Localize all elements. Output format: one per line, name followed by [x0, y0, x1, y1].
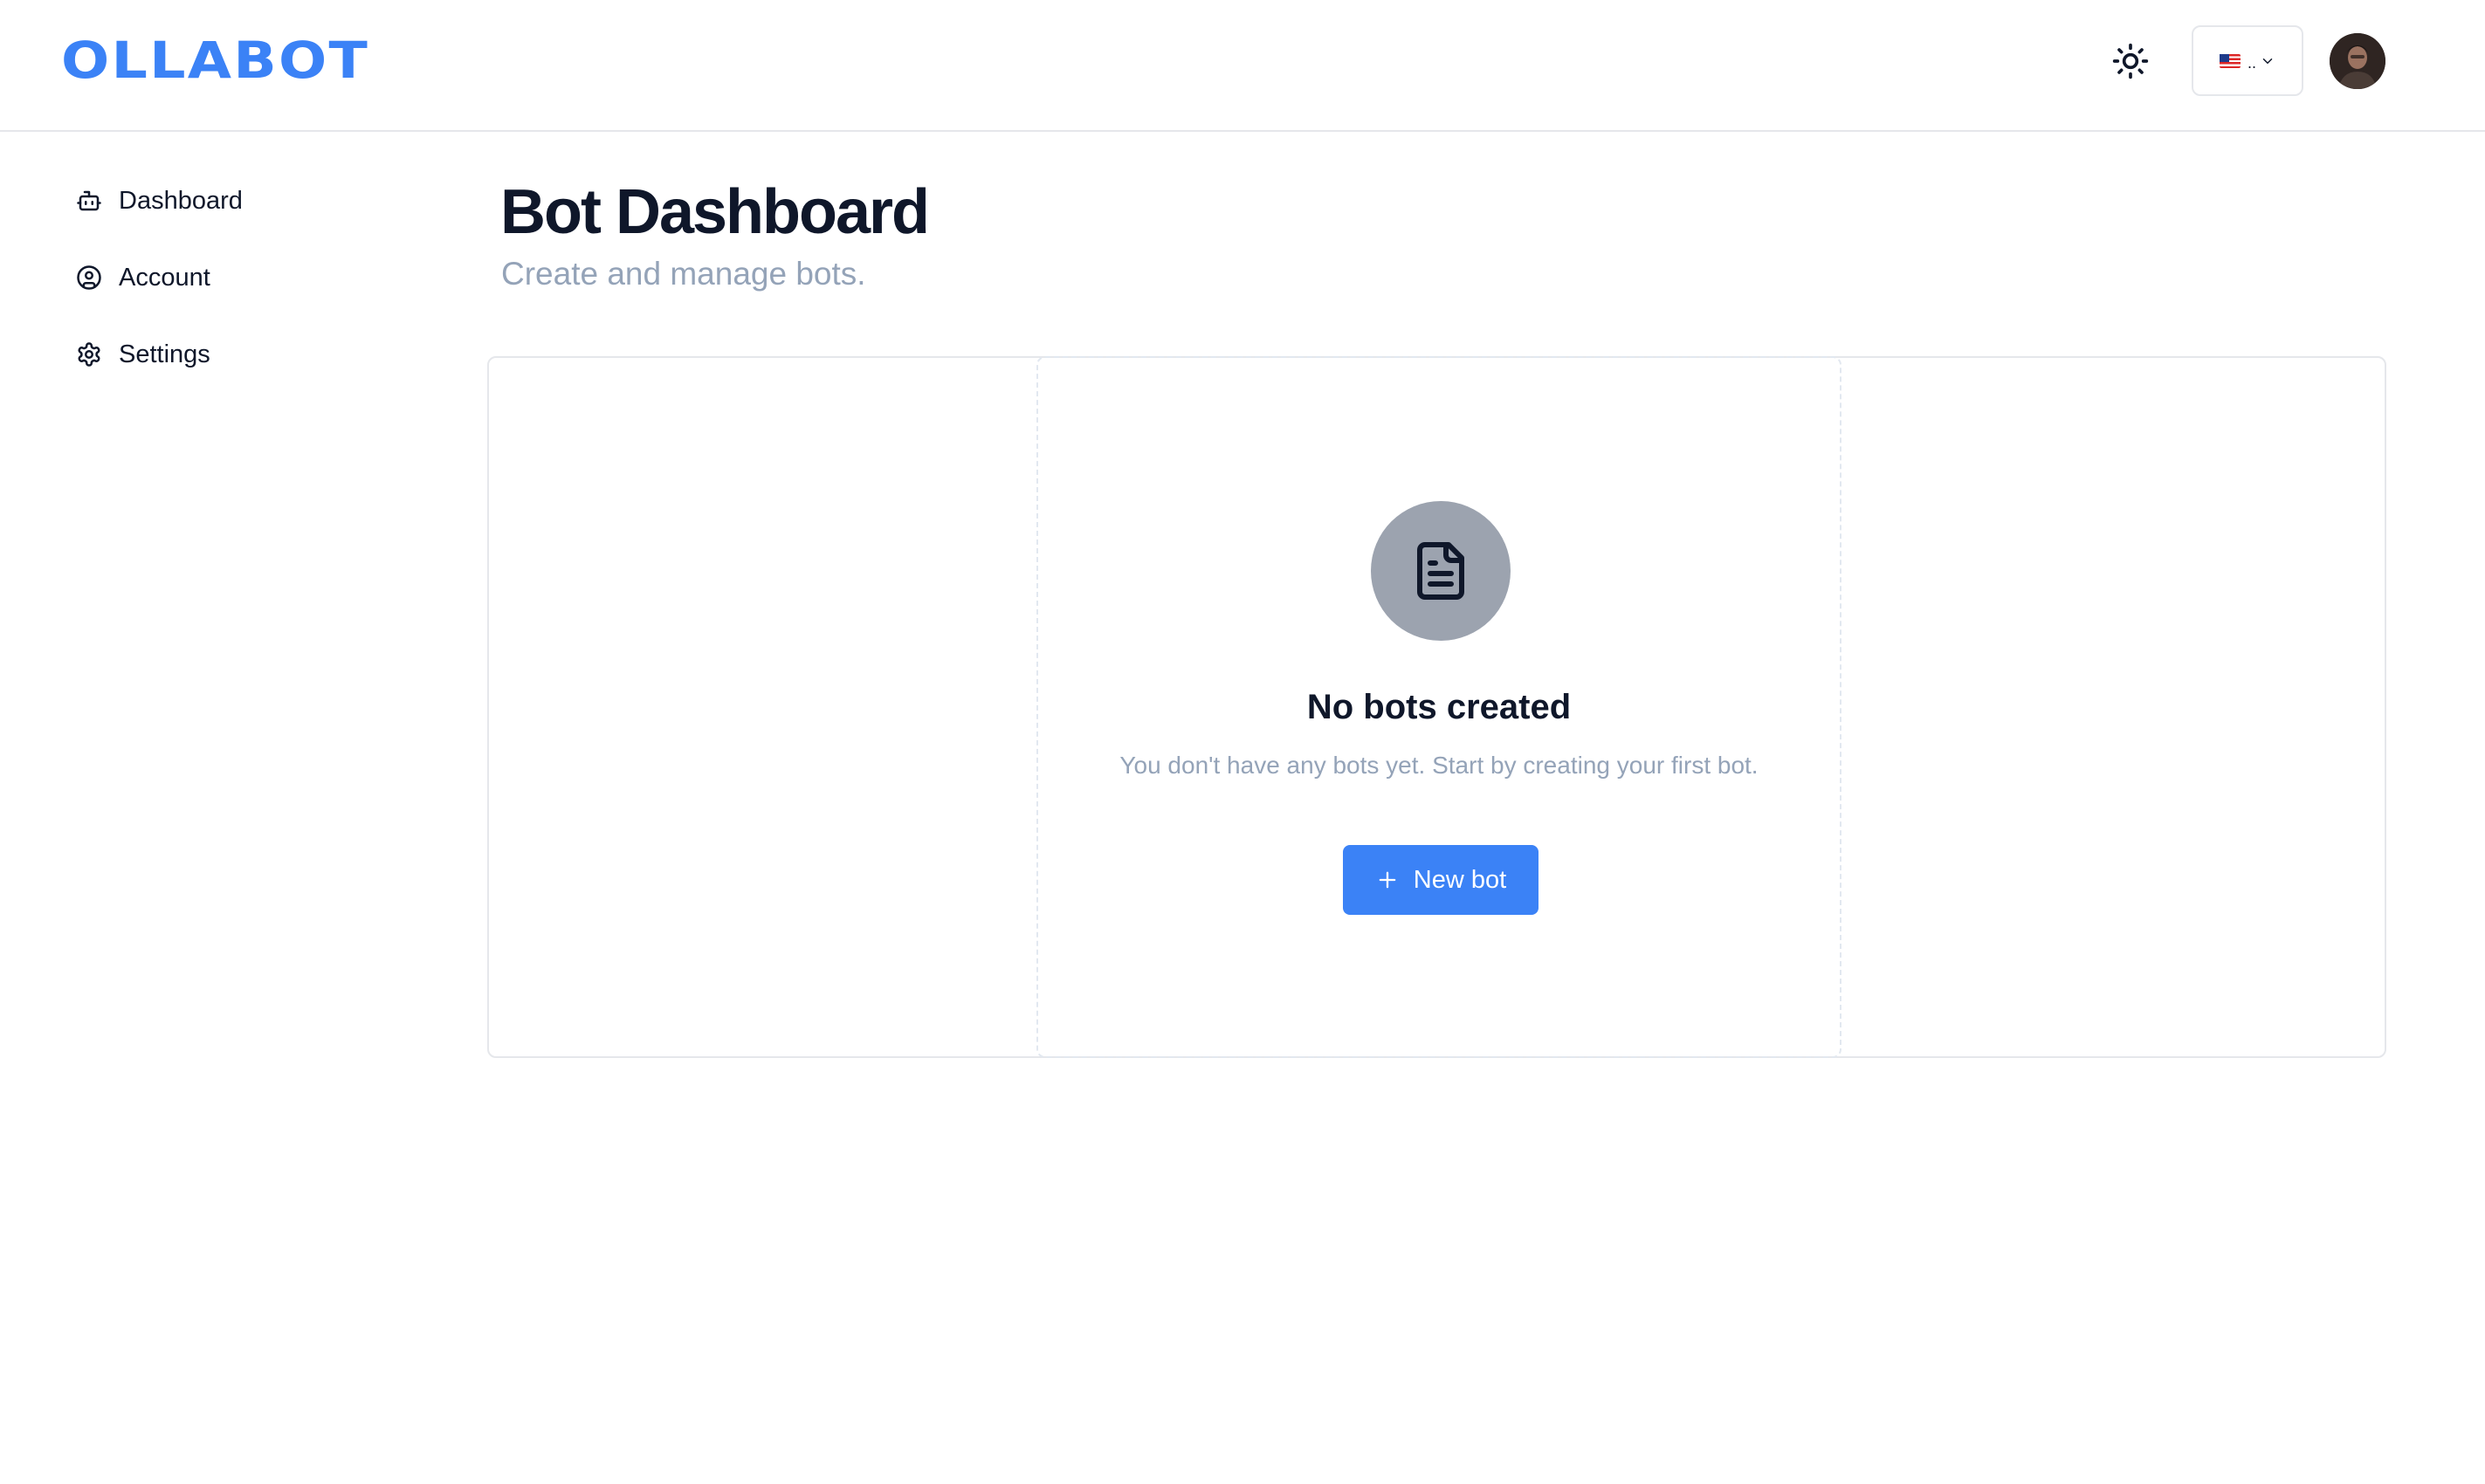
new-bot-button[interactable]: New bot [1343, 845, 1538, 915]
sidebar-item-dashboard[interactable]: Dashboard [61, 175, 410, 227]
gear-icon [75, 340, 103, 368]
sidebar-item-label: Account [119, 264, 210, 292]
sidebar-item-settings[interactable]: Settings [61, 328, 410, 381]
document-icon [1417, 542, 1464, 600]
user-circle-icon [75, 264, 103, 292]
sidebar-item-label: Dashboard [119, 187, 243, 215]
chevron-down-icon [2262, 58, 2273, 64]
user-avatar-image [2330, 33, 2385, 89]
empty-state: No bots created You don't have any bots … [1036, 356, 1841, 1058]
ellipsis-glyph: .. [2247, 53, 2256, 72]
new-bot-label: New bot [1413, 866, 1507, 894]
plus-icon [1379, 871, 1396, 889]
bots-card: No bots created You don't have any bots … [487, 356, 2386, 1058]
theme-toggle-button[interactable] [2104, 35, 2157, 87]
bot-icon [75, 187, 103, 215]
sidebar-item-account[interactable]: Account [61, 251, 410, 304]
sun-icon [2112, 43, 2149, 79]
empty-state-title: No bots created [1306, 688, 1572, 726]
empty-state-description: You don't have any bots yet. Start by cr… [1119, 752, 1759, 779]
page-title: Bot Dashboard [500, 177, 930, 247]
top-header: OLLABOT 🇺🇸.. .. [0, 0, 2485, 132]
sidebar-item-label: Settings [119, 340, 210, 368]
document-icon-circle [1371, 501, 1511, 641]
sidebar-nav: Dashboard Account Settings [61, 175, 410, 405]
page-subtitle: Create and manage bots. [501, 256, 866, 292]
language-select[interactable]: 🇺🇸.. .. [2192, 25, 2303, 96]
us-flag-icon [2219, 53, 2241, 68]
avatar[interactable] [2330, 33, 2385, 89]
app-logo[interactable]: OLLABOT [61, 31, 369, 89]
